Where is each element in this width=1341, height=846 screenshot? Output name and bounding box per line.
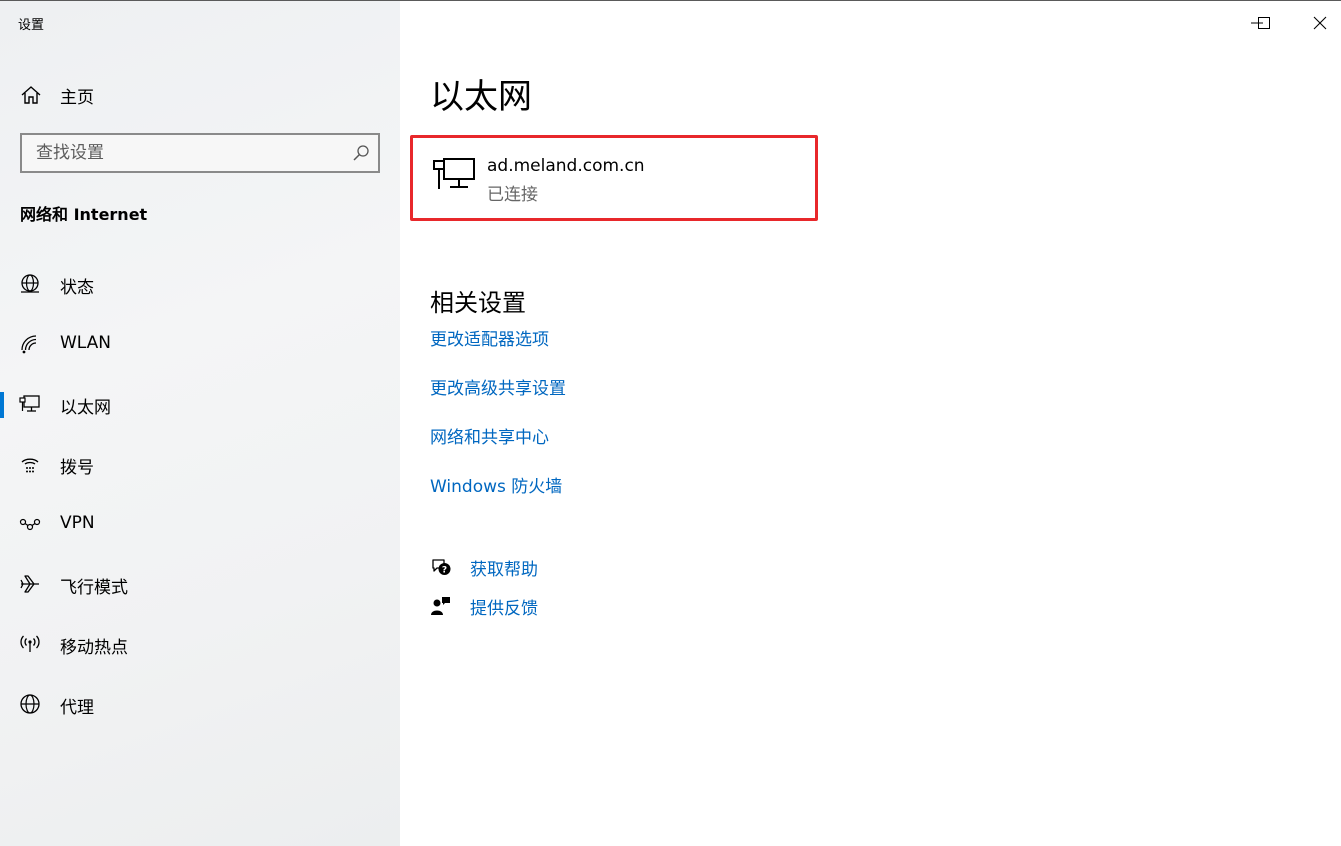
main-content: 以太网 ad.meland.com.cn 已连接 相关设置 更改适配器选项 更改… [400,1,1341,846]
search-input[interactable] [22,135,356,171]
sidebar-item-label: VPN [60,513,95,533]
close-icon [1313,16,1327,30]
globe-icon [20,694,40,714]
network-connection-card[interactable]: ad.meland.com.cn 已连接 [410,135,818,221]
help-chat-icon: ? [432,559,451,576]
ethernet-icon [19,395,40,412]
svg-text:?: ? [442,566,447,576]
give-feedback-link[interactable]: 提供反馈 [430,592,730,622]
hotspot-icon [20,635,40,652]
change-advanced-sharing-link[interactable]: 更改高级共享设置 [430,374,566,399]
ethernet-icon [433,158,475,189]
home-button[interactable]: 主页 [0,79,400,111]
maximize-icon [1258,17,1270,29]
vpn-icon [19,518,41,531]
home-label: 主页 [60,88,94,108]
wifi-icon [21,335,37,354]
airplane-icon [20,575,39,593]
sidebar-item-label: 飞行模式 [60,578,128,598]
sidebar-item-label: 状态 [60,278,94,298]
page-title: 以太网 [430,77,532,117]
search-icon[interactable] [352,144,370,162]
maximize-button[interactable] [1236,1,1292,45]
sidebar-item-ethernet[interactable]: 以太网 [0,381,400,427]
section-title: 网络和 Internet [20,205,148,224]
search-box[interactable] [20,133,380,173]
sidebar-item-label: 代理 [60,698,94,718]
sidebar-item-hotspot[interactable]: 移动热点 [0,621,400,667]
get-help-label: 获取帮助 [470,560,538,580]
change-adapter-options-link[interactable]: 更改适配器选项 [430,325,549,350]
related-settings-title: 相关设置 [430,289,526,317]
network-sharing-center-link[interactable]: 网络和共享中心 [430,423,549,448]
sidebar-item-dialup[interactable]: 拨号 [0,441,400,487]
home-icon [21,86,41,104]
globe-status-icon [21,274,39,293]
app-title: 设置 [18,18,45,33]
windows-firewall-link[interactable]: Windows 防火墙 [430,472,562,497]
dialup-icon [21,458,39,473]
sidebar-item-vpn[interactable]: VPN [0,501,400,547]
settings-window: 设置 主页 网络和 Internet [0,0,1341,846]
give-feedback-label: 提供反馈 [470,599,538,619]
close-button[interactable] [1292,1,1341,45]
sidebar-item-airplane[interactable]: 飞行模式 [0,561,400,607]
get-help-link[interactable]: ? 获取帮助 [430,553,730,583]
sidebar: 设置 主页 网络和 Internet [0,1,400,846]
network-status: 已连接 [487,185,538,205]
sidebar-item-label: 拨号 [60,458,94,478]
sidebar-item-label: 移动热点 [60,638,128,658]
sidebar-item-wlan[interactable]: WLAN [0,321,400,367]
network-name: ad.meland.com.cn [487,156,645,176]
sidebar-item-proxy[interactable]: 代理 [0,681,400,727]
feedback-icon [431,597,450,615]
sidebar-item-label: WLAN [60,333,112,353]
sidebar-item-status[interactable]: 状态 [0,261,400,307]
sidebar-item-label: 以太网 [60,398,111,418]
